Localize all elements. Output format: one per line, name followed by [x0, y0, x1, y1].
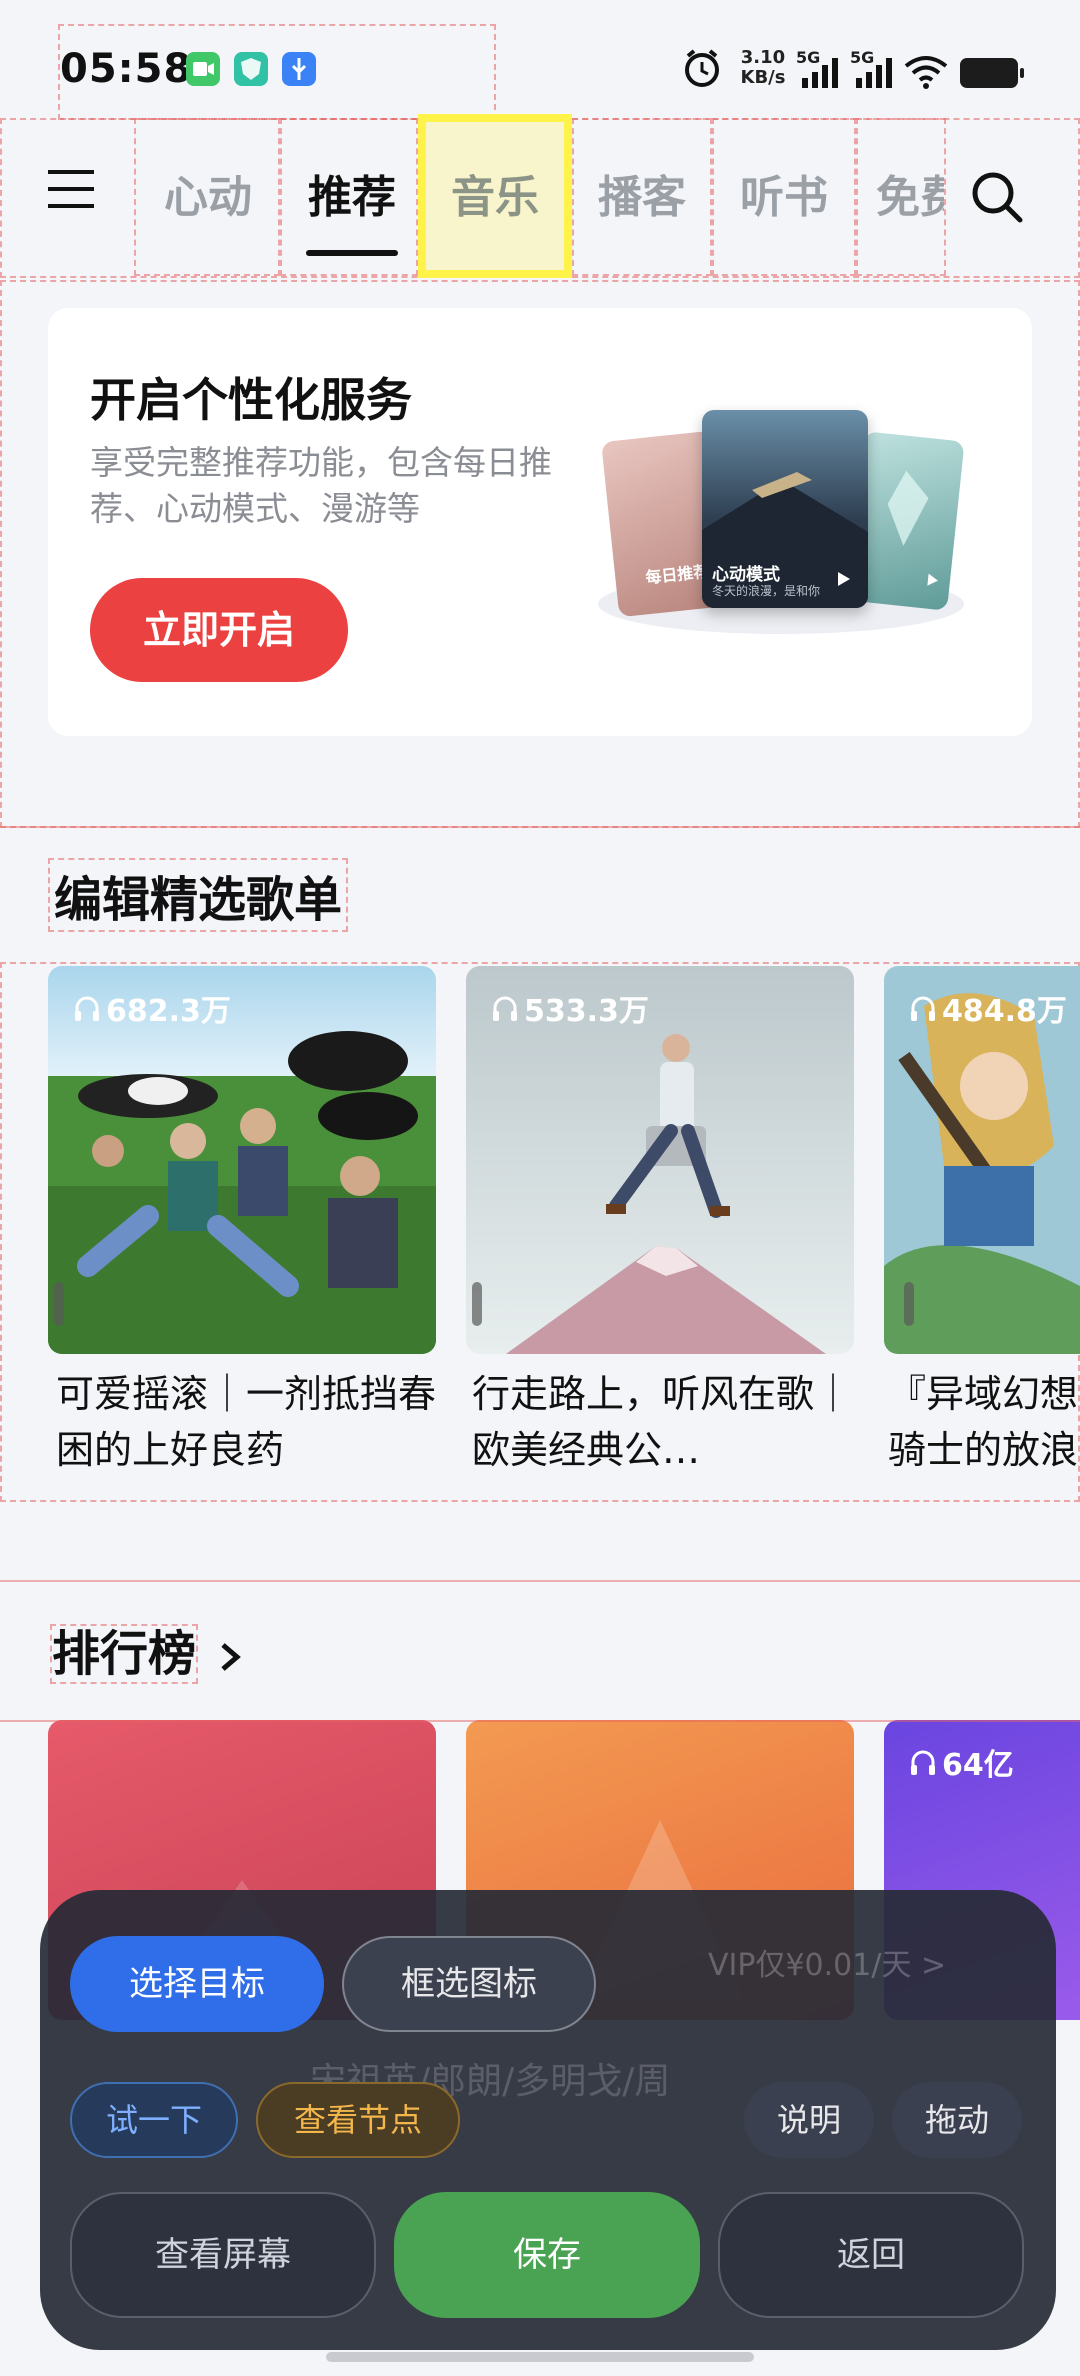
tab-tuijian[interactable]: 推荐	[290, 150, 414, 246]
signal-icon	[854, 58, 894, 88]
usb-icon	[282, 52, 316, 86]
home-indicator[interactable]	[326, 2352, 754, 2362]
status-bar: 05:58 3.10 KB/s 5G 5G	[0, 0, 1080, 120]
explain-button[interactable]: 说明	[744, 2082, 874, 2158]
drag-button[interactable]: 拖动	[892, 2082, 1022, 2158]
headphones-icon	[911, 996, 935, 1021]
tab-yinyue[interactable]: 音乐	[432, 150, 558, 246]
alarm-icon	[680, 46, 724, 90]
playlist-plays-2: 533.3万	[490, 986, 649, 1030]
save-button[interactable]: 保存	[394, 2192, 700, 2318]
net-speed: 3.10 KB/s	[734, 48, 792, 88]
mini-card-heart-sub: 冬天的浪漫，是和你	[712, 584, 821, 598]
signal-icon	[800, 58, 840, 88]
personal-card-title: 开启个性化服务	[90, 373, 412, 427]
view-nodes-button[interactable]: 查看节点	[256, 2082, 460, 2158]
chevron-right-icon	[221, 1643, 241, 1671]
rank-title-text: 排行榜	[50, 1624, 199, 1684]
net-speed-value: 3.10	[740, 47, 786, 68]
box-select-button[interactable]: 框选图标	[342, 1936, 596, 2032]
section-divider	[0, 1580, 1080, 1582]
vip-text: VIP仅¥0.01/天 >	[708, 1948, 947, 1983]
try-it-button[interactable]: 试一下	[70, 2082, 238, 2158]
playlist-plays-3: 484.8万	[908, 986, 1067, 1030]
section-divider	[0, 826, 1080, 828]
rank-title[interactable]: 排行榜	[50, 1614, 245, 1684]
playlist-plays-1-text: 682.3万	[106, 994, 231, 1029]
tab-mianfei[interactable]: 免费	[876, 150, 944, 246]
playlist-title-3[interactable]: 『异域幻想骑士的放浪	[888, 1366, 1080, 1484]
mini-card-daily-label: 每日推荐	[644, 561, 711, 588]
back-button[interactable]: 返回	[718, 2192, 1024, 2318]
shield-app-icon	[234, 52, 268, 86]
playlist-title-2[interactable]: 行走路上，听风在歌｜欧美经典公…	[472, 1366, 860, 1484]
status-time: 05:58	[60, 46, 193, 92]
playlist-plays-3-text: 484.8万	[942, 994, 1067, 1029]
tab-boke[interactable]: 播客	[578, 150, 706, 246]
video-app-icon	[186, 52, 220, 86]
view-screen-button[interactable]: 查看屏幕	[70, 2192, 376, 2318]
headphones-icon	[75, 996, 99, 1021]
net-speed-unit: KB/s	[740, 67, 786, 88]
playlist-title-1[interactable]: 可爱摇滚｜一剂抵挡春困的上好良药	[56, 1366, 444, 1484]
editor-picks-title: 编辑精选歌单	[48, 858, 349, 932]
section-divider	[0, 1720, 1080, 1722]
tab-tingshu[interactable]: 听书	[720, 150, 848, 246]
rank-plays-3: 64亿	[908, 1740, 1014, 1784]
menu-icon[interactable]	[46, 164, 96, 214]
battery-icon	[960, 58, 1024, 88]
tab-xindong[interactable]: 心动	[150, 150, 266, 246]
open-now-button[interactable]: 立即开启	[90, 578, 348, 682]
rank-plays-3-text: 64亿	[942, 1748, 1014, 1783]
headphones-icon	[493, 996, 517, 1021]
personal-card-subtitle: 享受完整推荐功能，包含每日推荐、心动模式、漫游等	[90, 443, 552, 528]
tab-active-underline	[306, 250, 398, 256]
headphones-icon	[911, 1750, 935, 1775]
search-icon[interactable]	[970, 170, 1024, 224]
tab-cell: 免费	[856, 118, 946, 276]
select-target-button[interactable]: 选择目标	[70, 1936, 324, 2032]
playlist-plays-2-text: 533.3万	[524, 994, 649, 1029]
wifi-icon	[902, 54, 950, 90]
playlist-plays-1: 682.3万	[72, 986, 231, 1030]
mini-card-heart: 心动模式 冬天的浪漫，是和你	[702, 410, 868, 608]
